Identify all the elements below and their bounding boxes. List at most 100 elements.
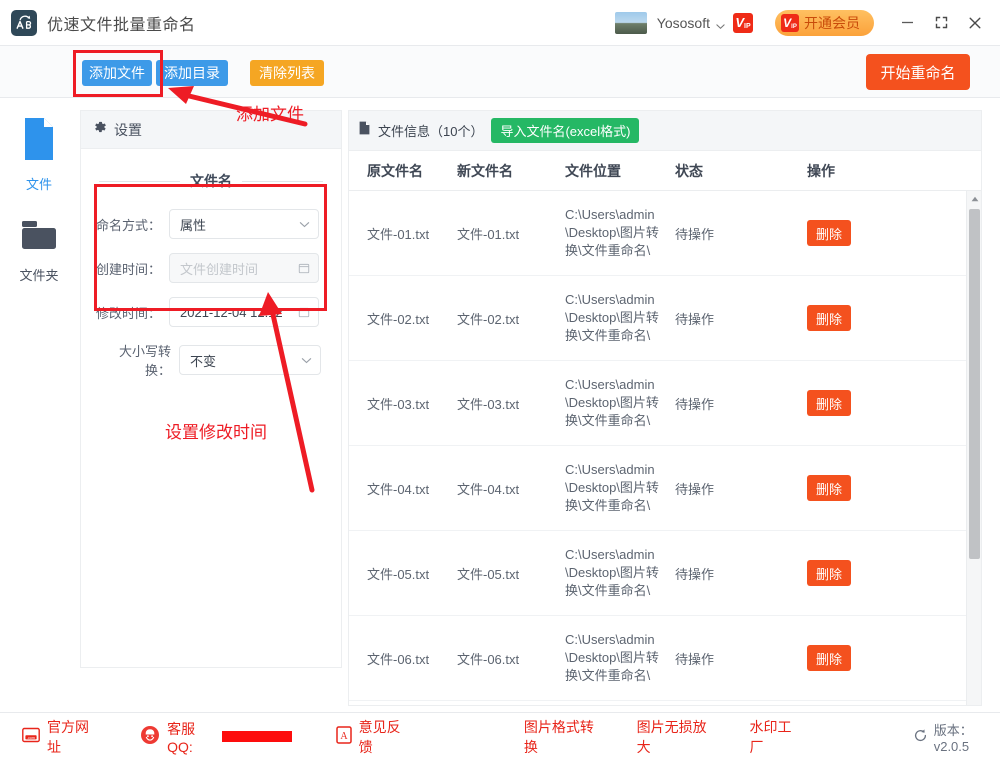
customer-service-qq-label: 客服QQ:	[167, 720, 196, 755]
sidebar-item-file[interactable]: 文件	[0, 98, 78, 193]
vertical-scrollbar[interactable]	[966, 191, 981, 705]
cell-action: 删除	[771, 390, 891, 416]
vip-ip-letters: IP	[744, 22, 751, 30]
official-website-label: 官方网址	[47, 718, 89, 755]
cell-status: 待操作	[675, 226, 715, 242]
upgrade-vip-button[interactable]: V IP 开通会员	[775, 9, 874, 36]
sidebar-item-file-label: 文件	[25, 177, 52, 192]
modify-time-label: 修改时间：	[95, 305, 161, 321]
delete-row-button[interactable]: 删除	[807, 475, 851, 501]
cell-new-name: 文件-02.txt	[457, 311, 520, 327]
gear-icon	[93, 120, 107, 139]
vip-badge-icon[interactable]: V IP	[733, 12, 753, 33]
bottom-bar: .com 官方网址 客服QQ: A 意见反馈 图片格式转换 图片无损放大 水印工…	[0, 712, 1000, 760]
link-image-upscale[interactable]: 图片无损放大	[637, 717, 714, 757]
upgrade-vip-label: 开通会员	[804, 14, 860, 31]
minimize-icon[interactable]	[890, 6, 924, 40]
table-row[interactable]: 文件-02.txt 文件-02.txt C:\Users\admin\Desktop…	[349, 276, 981, 361]
app-title: 优速文件批量重命名	[47, 16, 196, 34]
cell-action: 删除	[771, 305, 891, 331]
cell-location: C:\Users\admin\Desktop\图片转换\文件重命名\	[565, 292, 659, 343]
case-convert-select[interactable]: 不变	[179, 345, 321, 375]
feedback-link[interactable]: A 意见反馈	[335, 717, 408, 757]
user-name[interactable]: Yososoft	[657, 15, 710, 31]
column-status: 状态	[675, 162, 703, 179]
delete-row-button[interactable]: 删除	[807, 220, 851, 246]
vip-ip-letters-small: IP	[791, 23, 797, 30]
modify-time-input[interactable]: 2021-12-04 12:12	[169, 297, 319, 327]
cell-status: 待操作	[675, 311, 715, 327]
cell-status: 待操作	[675, 481, 715, 497]
avatar[interactable]	[614, 11, 647, 34]
chevron-down-icon	[299, 221, 310, 227]
file-info-header: 文件信息（10个） 导入文件名(excel格式)	[349, 111, 981, 151]
delete-row-button[interactable]: 删除	[807, 390, 851, 416]
vip-badge-icon-small: V IP	[781, 13, 799, 32]
create-time-input[interactable]: 文件创建时间	[169, 253, 319, 283]
filename-section-title: 文件名	[190, 173, 232, 189]
table-row[interactable]: 文件-05.txt 文件-05.txt C:\Users\admin\Desktop…	[349, 531, 981, 616]
create-time-label: 创建时间：	[95, 261, 161, 277]
calendar-icon	[298, 307, 310, 318]
case-convert-value: 不变	[190, 353, 217, 369]
close-icon[interactable]	[958, 6, 992, 40]
cell-new-name: 文件-04.txt	[457, 481, 520, 497]
cell-original-name: 文件-05.txt	[367, 566, 430, 582]
naming-method-label: 命名方式：	[95, 217, 161, 233]
divider-line-right	[242, 180, 323, 182]
add-file-button[interactable]: 添加文件	[82, 60, 152, 86]
naming-method-select[interactable]: 属性	[169, 209, 319, 239]
scrollbar-thumb[interactable]	[969, 209, 980, 559]
cell-original-name: 文件-04.txt	[367, 481, 430, 497]
triangle-up-icon[interactable]	[967, 191, 981, 206]
version-info[interactable]: 版本：v2.0.5	[913, 720, 1000, 754]
column-action: 操作	[807, 162, 835, 179]
delete-row-button[interactable]: 删除	[807, 305, 851, 331]
delete-row-button[interactable]: 删除	[807, 645, 851, 671]
link-watermark-factory[interactable]: 水印工厂	[750, 717, 801, 757]
calendar-icon	[298, 263, 310, 274]
file-info-panel: 文件信息（10个） 导入文件名(excel格式) 原文件名 新文件名 文件位置 …	[348, 110, 982, 706]
table-row[interactable]: 文件-04.txt 文件-04.txt C:\Users\admin\Desktop…	[349, 446, 981, 531]
cell-new-name: 文件-06.txt	[457, 651, 520, 667]
cell-action: 删除	[771, 475, 891, 501]
cell-original-name: 文件-02.txt	[367, 311, 430, 327]
pdf-icon: A	[335, 726, 352, 747]
ab-rename-icon	[11, 9, 37, 36]
filename-section-divider: 文件名	[99, 171, 323, 191]
start-rename-button[interactable]: 开始重命名	[866, 54, 970, 90]
chevron-down-icon	[301, 357, 312, 363]
headset-icon	[140, 725, 160, 748]
link-image-format-convert[interactable]: 图片格式转换	[524, 717, 601, 757]
modify-time-value: 2021-12-04 12:12	[180, 304, 283, 320]
file-table-body[interactable]: 文件-01.txt 文件-01.txt C:\Users\admin\Desktop…	[349, 191, 981, 705]
official-website-link[interactable]: .com 官方网址	[22, 717, 96, 757]
maximize-icon[interactable]	[924, 6, 958, 40]
sidebar-item-folder[interactable]: 文件夹	[0, 193, 78, 284]
settings-panel: 设置 文件名 命名方式： 属性 创建时间： 文件创建时间 修改时间： 2021-…	[80, 110, 342, 668]
add-folder-button[interactable]: 添加目录	[156, 60, 228, 86]
chevron-down-icon[interactable]	[716, 18, 725, 30]
cell-new-name: 文件-03.txt	[457, 396, 520, 412]
column-new-name: 新文件名	[457, 162, 513, 179]
column-original-name: 原文件名	[367, 162, 423, 179]
case-convert-label: 大小写转换：	[118, 344, 171, 378]
folder-icon	[18, 217, 60, 258]
create-time-placeholder: 文件创建时间	[180, 261, 259, 277]
case-convert-field: 大小写转换： 不变	[95, 344, 341, 378]
file-info-title: 文件信息（10个）	[378, 124, 484, 139]
import-filenames-button[interactable]: 导入文件名(excel格式)	[491, 118, 640, 143]
modify-time-field: 修改时间： 2021-12-04 12:12	[95, 297, 341, 327]
delete-row-button[interactable]: 删除	[807, 560, 851, 586]
table-row[interactable]: 文件-03.txt 文件-03.txt C:\Users\admin\Desktop…	[349, 361, 981, 446]
cell-action: 删除	[771, 645, 891, 671]
cell-new-name: 文件-05.txt	[457, 566, 520, 582]
clear-list-button[interactable]: 清除列表	[250, 60, 324, 86]
table-row[interactable]: 文件-01.txt 文件-01.txt C:\Users\admin\Desktop…	[349, 191, 981, 276]
cell-action: 删除	[771, 560, 891, 586]
app-window: 优速文件批量重命名 Yososoft V IP V IP 开通会员 添加文件 添…	[0, 0, 1000, 760]
cell-original-name: 文件-06.txt	[367, 651, 430, 667]
cell-location: C:\Users\admin\Desktop\图片转换\文件重命名\	[565, 377, 659, 428]
table-row[interactable]: 文件-06.txt 文件-06.txt C:\Users\admin\Desktop…	[349, 616, 981, 701]
customer-service-qq[interactable]: 客服QQ:	[140, 719, 292, 755]
